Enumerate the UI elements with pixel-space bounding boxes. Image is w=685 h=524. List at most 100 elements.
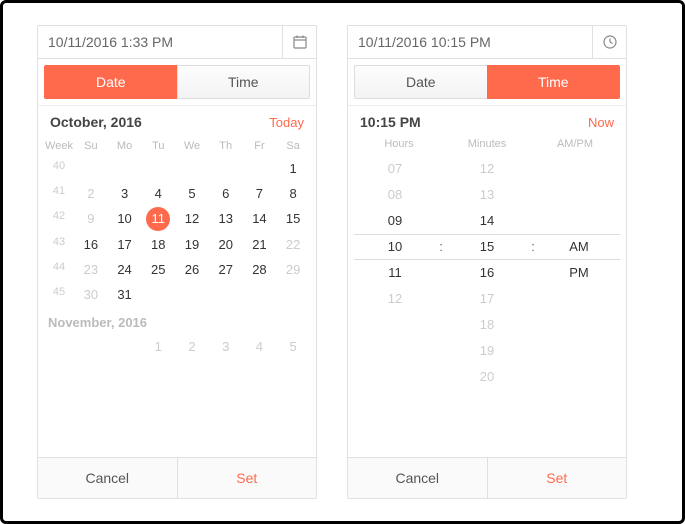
calendar-day[interactable]: 5 xyxy=(276,334,310,359)
time-option xyxy=(354,338,436,364)
time-option[interactable]: 14 xyxy=(446,208,528,234)
calendar-day[interactable]: 9 xyxy=(74,206,108,232)
calendar-day[interactable]: 2 xyxy=(74,181,108,206)
time-title: 10:15 PM xyxy=(360,114,421,130)
time-option xyxy=(354,312,436,338)
tab-date[interactable]: Date xyxy=(44,65,177,99)
today-link[interactable]: Today xyxy=(269,115,304,130)
time-option[interactable]: 18 xyxy=(446,312,528,338)
calendar-day[interactable]: 21 xyxy=(243,232,277,257)
time-option xyxy=(538,286,620,312)
time-option[interactable]: 19 xyxy=(446,338,528,364)
hours-label: Hours xyxy=(360,138,438,150)
time-option[interactable]: AM xyxy=(538,234,620,260)
input-row xyxy=(348,26,626,59)
calendar-day[interactable]: 17 xyxy=(108,232,142,257)
calendar-icon[interactable] xyxy=(282,26,316,58)
calendar-day xyxy=(74,156,108,181)
calendar-day[interactable]: 24 xyxy=(108,257,142,282)
time-body: Hours Minutes AM/PM 070809101112 : 12131… xyxy=(348,136,626,457)
calendar-day xyxy=(243,282,277,307)
time-option[interactable]: 16 xyxy=(446,260,528,286)
calendar-day[interactable]: 1 xyxy=(141,334,175,359)
calendar-day[interactable]: 22 xyxy=(276,232,310,257)
dow-header: Su xyxy=(74,136,108,156)
calendar-day[interactable]: 4 xyxy=(243,334,277,359)
footer: Cancel Set xyxy=(348,457,626,498)
calendar-day xyxy=(243,156,277,181)
calendar-day[interactable]: 23 xyxy=(74,257,108,282)
calendar-day[interactable]: 7 xyxy=(243,181,277,206)
calendar-day[interactable]: 26 xyxy=(175,257,209,282)
calendar-day[interactable]: 29 xyxy=(276,257,310,282)
calendar-day[interactable]: 11 xyxy=(146,207,170,231)
week-number: 44 xyxy=(44,257,74,282)
time-option[interactable]: 09 xyxy=(354,208,436,234)
time-option[interactable]: 12 xyxy=(446,156,528,182)
calendar-day[interactable]: 20 xyxy=(209,232,243,257)
month-title: October, 2016 xyxy=(50,114,142,130)
ampm-label: AM/PM xyxy=(536,138,614,150)
week-number: 45 xyxy=(44,282,74,307)
dow-header: Th xyxy=(209,136,243,156)
dow-header: Tu xyxy=(141,136,175,156)
time-option[interactable]: PM xyxy=(538,260,620,286)
time-option[interactable]: 20 xyxy=(446,364,528,390)
time-option[interactable]: 13 xyxy=(446,182,528,208)
calendar-day xyxy=(74,334,108,359)
calendar-day[interactable]: 16 xyxy=(74,232,108,257)
minutes-label: Minutes xyxy=(448,138,526,150)
tab-time[interactable]: Time xyxy=(487,65,621,99)
calendar-day[interactable]: 27 xyxy=(209,257,243,282)
minutes-column[interactable]: 121314151617181920 xyxy=(446,156,528,457)
set-button[interactable]: Set xyxy=(178,458,317,498)
calendar-day xyxy=(108,334,142,359)
calendar-day[interactable]: 8 xyxy=(276,181,310,206)
time-option[interactable]: 11 xyxy=(354,260,436,286)
calendar-day[interactable]: 18 xyxy=(141,232,175,257)
datetime-input[interactable] xyxy=(348,26,592,58)
time-option xyxy=(538,182,620,208)
time-option[interactable]: 10 xyxy=(354,234,436,260)
calendar-day[interactable]: 12 xyxy=(175,206,209,232)
tab-date[interactable]: Date xyxy=(354,65,487,99)
time-option[interactable]: 07 xyxy=(354,156,436,182)
time-header: 10:15 PM Now xyxy=(348,106,626,136)
calendar-day[interactable]: 13 xyxy=(209,206,243,232)
calendar-day[interactable]: 3 xyxy=(209,334,243,359)
time-option[interactable]: 15 xyxy=(446,234,528,260)
calendar-day[interactable]: 4 xyxy=(141,181,175,206)
calendar-day[interactable]: 30 xyxy=(74,282,108,307)
time-option xyxy=(538,208,620,234)
clock-icon[interactable] xyxy=(592,26,626,58)
dow-header: Sa xyxy=(276,136,310,156)
calendar-day[interactable]: 10 xyxy=(108,206,142,232)
week-number: 41 xyxy=(44,181,74,206)
calendar-day xyxy=(175,282,209,307)
time-option[interactable]: 17 xyxy=(446,286,528,312)
next-month-title: November, 2016 xyxy=(44,307,310,334)
calendar-day[interactable]: 6 xyxy=(209,181,243,206)
calendar-day xyxy=(141,156,175,181)
calendar-day[interactable]: 25 xyxy=(141,257,175,282)
calendar-day[interactable]: 15 xyxy=(276,206,310,232)
datetime-picker-time: Date Time 10:15 PM Now Hours Minutes AM/… xyxy=(347,25,627,499)
time-option[interactable]: 08 xyxy=(354,182,436,208)
ampm-column[interactable]: AMPM xyxy=(538,156,620,457)
calendar-day[interactable]: 3 xyxy=(108,181,142,206)
now-link[interactable]: Now xyxy=(588,115,614,130)
tab-time[interactable]: Time xyxy=(177,65,311,99)
calendar-day[interactable]: 5 xyxy=(175,181,209,206)
calendar-day[interactable]: 14 xyxy=(243,206,277,232)
calendar-day[interactable]: 31 xyxy=(108,282,142,307)
calendar-day[interactable]: 2 xyxy=(175,334,209,359)
calendar-day[interactable]: 28 xyxy=(243,257,277,282)
calendar-day[interactable]: 1 xyxy=(276,156,310,181)
cancel-button[interactable]: Cancel xyxy=(348,458,488,498)
set-button[interactable]: Set xyxy=(488,458,627,498)
time-option[interactable]: 12 xyxy=(354,286,436,312)
cancel-button[interactable]: Cancel xyxy=(38,458,178,498)
calendar-day[interactable]: 19 xyxy=(175,232,209,257)
hours-column[interactable]: 070809101112 xyxy=(354,156,436,457)
datetime-input[interactable] xyxy=(38,26,282,58)
